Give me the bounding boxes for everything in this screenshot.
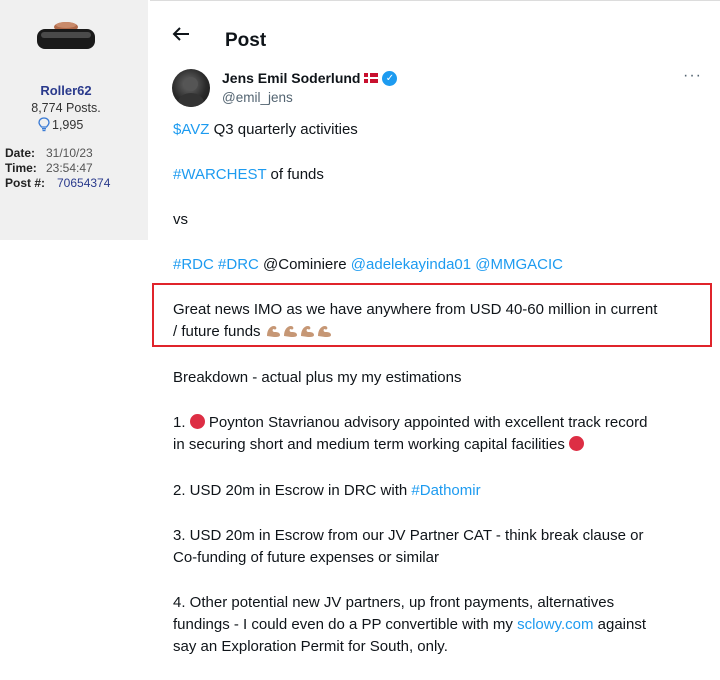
user-avatar[interactable] — [35, 12, 97, 58]
likes-value: 1,995 — [52, 117, 84, 132]
poster-sidebar: Roller62 8,774 Posts. 1,995 Date: 31/10/2… — [0, 0, 148, 240]
post-count: 8,774 Posts. — [31, 101, 101, 115]
author-handle[interactable]: @emil_jens — [222, 90, 293, 105]
tweet-line-7a: 1. Poynton Stavrianou advisory appointed… — [173, 414, 647, 431]
tweet-line-4: #RDC #DRC @Cominiere @adelekayinda01 @MM… — [173, 256, 563, 273]
mention-mmgacic[interactable]: @MMGACIC — [475, 256, 563, 273]
tweet-text: Poynton Stavrianou advisory appointed wi… — [204, 414, 648, 431]
tweet-text: Q3 quarterly activities — [209, 121, 358, 138]
tweet-text: @Cominiere — [258, 256, 351, 273]
username[interactable]: Roller62 — [0, 83, 132, 98]
back-arrow-icon[interactable] — [172, 25, 190, 48]
tweet-text: 1. — [173, 414, 190, 431]
author-name-text: Jens Emil Soderlund — [222, 70, 361, 86]
denmark-flag-icon — [364, 73, 379, 83]
tweet-line-10c: say an Exploration Permit for South, onl… — [173, 638, 448, 655]
link-sclowy[interactable]: sclowy.com — [517, 616, 593, 633]
tweet-text: in securing short and medium term workin… — [173, 436, 569, 453]
red-circle-icon — [189, 414, 205, 429]
tweet-text: of funds — [266, 166, 324, 183]
lightbulb-icon — [38, 117, 50, 132]
mention-adelekayinda01[interactable]: @adelekayinda01 — [351, 256, 471, 273]
post-number: Post #: 70654374 — [5, 176, 110, 190]
post-time: Time: 23:54:47 — [5, 161, 93, 175]
tweet-line-8: 2. USD 20m in Escrow in DRC with #Dathom… — [173, 482, 481, 499]
post-number-label: Post #: — [5, 176, 46, 190]
date-value: 31/10/23 — [46, 146, 93, 160]
tweet-line-1: $AVZ Q3 quarterly activities — [173, 121, 358, 138]
tweet-line-7b: in securing short and medium term workin… — [173, 436, 584, 453]
more-options-icon[interactable]: ··· — [683, 67, 702, 85]
time-label: Time: — [5, 161, 37, 175]
tweet-text: 2. USD 20m in Escrow in DRC with — [173, 482, 412, 499]
tweet-line-9a: 3. USD 20m in Escrow from our JV Partner… — [173, 527, 644, 544]
time-value: 23:54:47 — [46, 161, 93, 175]
tweet-line-10b: fundings - I could even do a PP converti… — [173, 616, 646, 633]
date-label: Date: — [5, 146, 36, 160]
hashtag-warchest[interactable]: #WARCHEST — [173, 166, 266, 183]
tweet-line-10a: 4. Other potential new JV partners, up f… — [173, 594, 615, 611]
tweet-line-3: vs — [173, 211, 188, 228]
author-avatar[interactable] — [172, 69, 210, 107]
cashtag-avz[interactable]: $AVZ — [173, 121, 209, 138]
tweet-text: against — [593, 616, 647, 633]
red-circle-icon — [569, 436, 584, 451]
hashtag-rdc[interactable]: #RDC — [173, 256, 214, 273]
hashtag-dathomir[interactable]: #Dathomir — [411, 482, 480, 499]
tweet-line-9b: Co-funding of future expenses or similar — [173, 549, 439, 566]
likes-count: 1,995 — [38, 117, 83, 132]
verified-badge-icon: ✓ — [382, 70, 398, 86]
post-number-link[interactable]: 70654374 — [57, 176, 110, 190]
highlight-box — [152, 283, 712, 347]
tweet-line-6: Breakdown - actual plus my my estimation… — [173, 369, 462, 386]
hashtag-drc[interactable]: #DRC — [218, 256, 259, 273]
post-date: Date: 31/10/23 — [5, 146, 93, 160]
author-name[interactable]: Jens Emil Soderlund ✓ — [222, 70, 398, 86]
page-title: Post — [225, 30, 267, 51]
tweet-line-2: #WARCHEST of funds — [173, 166, 324, 183]
tweet-text: fundings - I could even do a PP converti… — [173, 616, 518, 633]
